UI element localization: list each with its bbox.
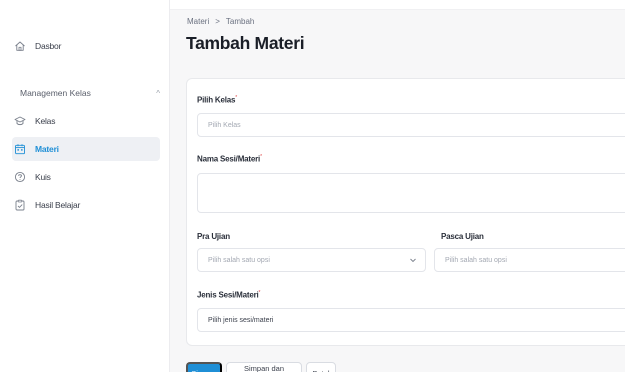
question-icon bbox=[14, 171, 26, 183]
breadcrumb-parent[interactable]: Materi bbox=[187, 17, 209, 26]
clipboard-check-icon bbox=[14, 199, 26, 211]
breadcrumb-current: Tambah bbox=[225, 17, 255, 26]
save-and-add-button[interactable]: Simpan dan tambah bbox=[226, 362, 302, 372]
home-icon bbox=[14, 40, 26, 52]
breadcrumb: Materi > Tambah bbox=[187, 17, 254, 26]
pra-ujian-placeholder: Pilih salah satu opsi bbox=[208, 256, 270, 264]
sidebar-item-label: Materi bbox=[35, 144, 59, 154]
cancel-button[interactable]: Batal bbox=[306, 362, 336, 372]
jenis-select[interactable]: Pilih jenis sesi/materi bbox=[197, 308, 625, 332]
nama-label: Nama Sesi/Materi* bbox=[197, 154, 262, 164]
pasca-ujian-select[interactable]: Pilih salah satu opsi bbox=[434, 248, 625, 272]
pasca-ujian-label: Pasca Ujian bbox=[441, 232, 484, 241]
pra-ujian-label: Pra Ujian bbox=[197, 232, 230, 241]
calendar-icon bbox=[14, 143, 26, 155]
pra-ujian-select[interactable]: Pilih salah satu opsi bbox=[197, 248, 426, 272]
breadcrumb-separator: > bbox=[215, 17, 220, 26]
jenis-label: Jenis Sesi/Materi* bbox=[197, 290, 261, 300]
sidebar-item-kelas[interactable]: Kelas bbox=[14, 110, 55, 132]
sidebar-item-materi[interactable]: Materi bbox=[14, 138, 59, 160]
graduation-cap-icon bbox=[14, 115, 26, 127]
sidebar: Dasbor Managemen Kelas ^ Kelas Materi Ku… bbox=[0, 0, 170, 372]
save-button[interactable]: Simpan bbox=[186, 362, 222, 372]
form-card: Pilih Kelas* Pilih Kelas Nama Sesi/Mater… bbox=[186, 78, 625, 346]
nama-input[interactable] bbox=[197, 173, 625, 213]
pasca-ujian-placeholder: Pilih salah satu opsi bbox=[445, 256, 507, 264]
kelas-label: Pilih Kelas* bbox=[197, 95, 238, 105]
sidebar-item-label: Kuis bbox=[35, 172, 51, 182]
sidebar-section-header[interactable]: Managemen Kelas ^ bbox=[20, 88, 160, 98]
jenis-value: Pilih jenis sesi/materi bbox=[208, 316, 274, 324]
sidebar-item-label: Hasil Belajar bbox=[35, 200, 81, 210]
sidebar-item-hasil-belajar[interactable]: Hasil Belajar bbox=[14, 194, 80, 216]
sidebar-item-kuis[interactable]: Kuis bbox=[14, 166, 51, 188]
sidebar-item-dashboard[interactable]: Dasbor bbox=[14, 35, 61, 57]
kelas-placeholder: Pilih Kelas bbox=[208, 121, 241, 129]
chevron-down-icon bbox=[410, 258, 416, 263]
sidebar-item-label: Kelas bbox=[35, 116, 56, 126]
page-title: Tambah Materi bbox=[186, 33, 305, 53]
chevron-up-icon: ^ bbox=[156, 88, 160, 98]
section-title: Managemen Kelas bbox=[20, 88, 91, 98]
sidebar-item-label: Dasbor bbox=[35, 41, 62, 51]
kelas-select[interactable]: Pilih Kelas bbox=[197, 113, 625, 137]
